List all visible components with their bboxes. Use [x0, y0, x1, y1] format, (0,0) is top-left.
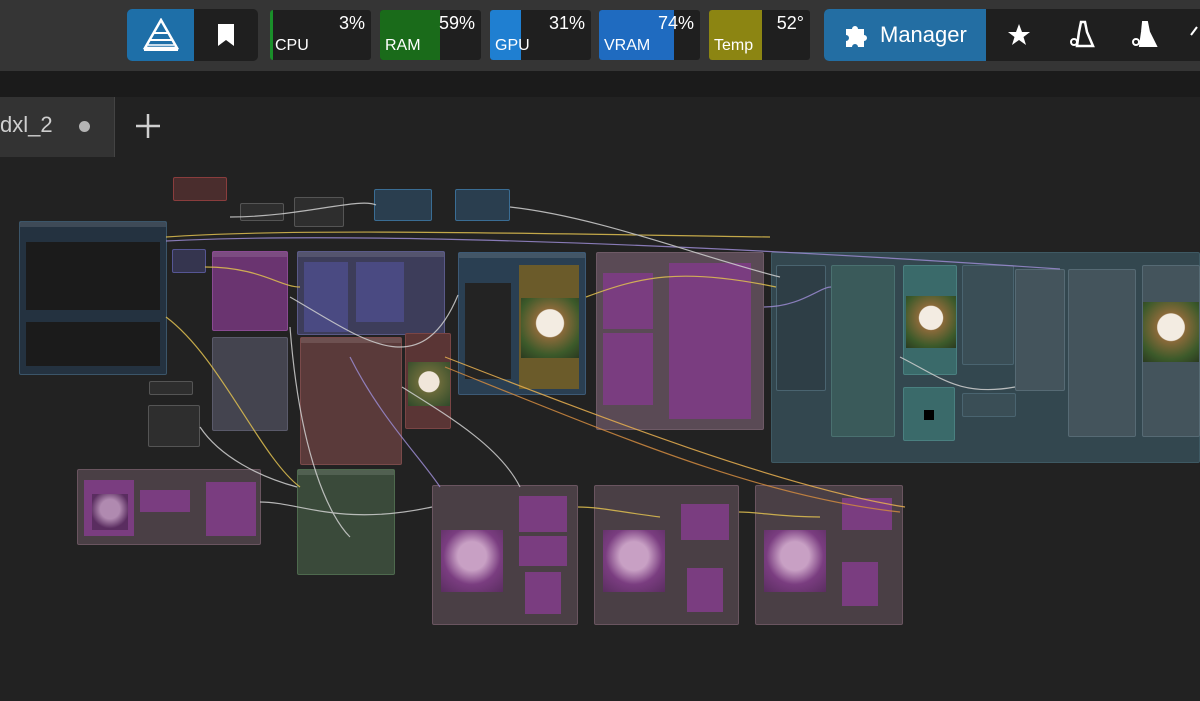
top-toolbar: 3% CPU 59% RAM 31% GPU 74% VRAM 52° Temp… [0, 0, 1200, 71]
gpu-monitor: 31% GPU [490, 10, 591, 60]
cpu-monitor: 3% CPU [270, 10, 371, 60]
broom-all-icon [1132, 21, 1158, 47]
free-memory-button[interactable] [1115, 9, 1175, 61]
manager-label: Manager [880, 22, 967, 47]
gpu-label: GPU [495, 37, 530, 54]
logo-group [127, 9, 258, 61]
bookmark-button[interactable] [194, 9, 258, 61]
comfy-logo-icon [142, 18, 179, 51]
arrow-icon [1190, 26, 1198, 36]
vram-label: VRAM [604, 37, 651, 54]
cpu-value: 3% [338, 13, 365, 33]
logo-button[interactable] [127, 9, 194, 61]
broom-icon [1070, 20, 1095, 48]
bookmark-icon [218, 24, 234, 46]
toolbar-separator [0, 71, 1200, 97]
new-tab-button[interactable] [132, 110, 164, 142]
tab-name: dxl_2 [0, 112, 53, 137]
temp-value: 52° [776, 13, 804, 33]
node-graph-canvas[interactable] [0, 157, 1200, 701]
ram-value: 59% [438, 13, 475, 33]
unload-models-button[interactable] [1052, 9, 1112, 61]
ram-label: RAM [385, 37, 421, 54]
vram-monitor: 74% VRAM [599, 10, 700, 60]
star-button[interactable] [989, 9, 1049, 61]
overflow-button[interactable] [1174, 9, 1200, 61]
plus-icon [136, 114, 160, 138]
temp-label: Temp [714, 37, 754, 54]
star-icon [1008, 24, 1030, 45]
cpu-fill [270, 10, 274, 60]
vram-value: 74% [657, 13, 694, 33]
cpu-label: CPU [275, 37, 309, 54]
manager-group: Manager [824, 9, 1200, 61]
gpu-value: 31% [548, 13, 585, 33]
workflow-tab[interactable]: dxl_2 [0, 97, 115, 157]
node-connections [165, 202, 1061, 538]
temp-monitor: 52° Temp [709, 10, 810, 60]
ram-monitor: 59% RAM [380, 10, 481, 60]
manager-button[interactable]: Manager [824, 9, 986, 61]
puzzle-icon [846, 26, 867, 47]
unsaved-dot-icon[interactable] [79, 121, 90, 132]
